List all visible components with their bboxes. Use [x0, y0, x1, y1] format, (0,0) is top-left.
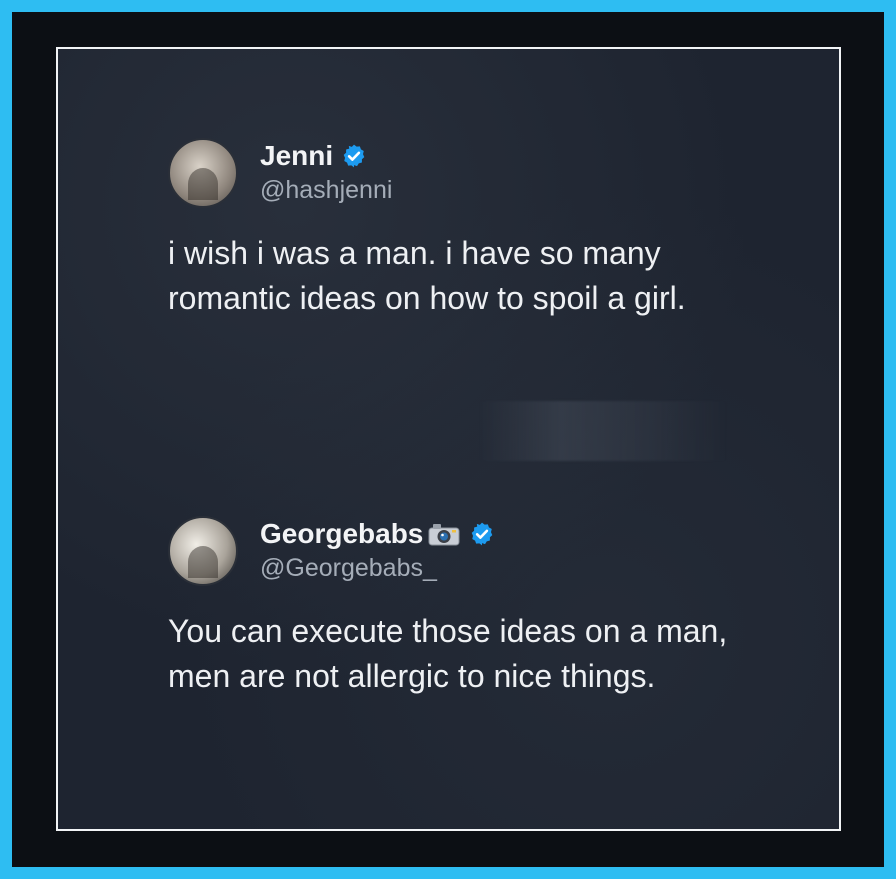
screenshot-card: Jenni @hashjenni i wish i was a man. i h… — [56, 47, 841, 831]
tweet-text: i wish i was a man. i have so many roman… — [168, 235, 686, 317]
name-block: Jenni @hashjenni — [260, 140, 392, 205]
camera-icon — [428, 524, 460, 546]
verified-badge-icon — [472, 523, 493, 546]
avatar[interactable] — [168, 516, 238, 586]
blurred-artifact — [478, 401, 728, 461]
tweet-jenni[interactable]: Jenni @hashjenni i wish i was a man. i h… — [168, 138, 748, 322]
avatar[interactable] — [168, 138, 238, 208]
tweet-header: Georgebabs @Georgebabs_ — [168, 516, 748, 586]
tweet-georgebabs[interactable]: Georgebabs @Georgebabs_ You can execute … — [168, 516, 748, 700]
display-name[interactable]: Georgebabs — [260, 518, 423, 550]
display-name[interactable]: Jenni — [260, 140, 333, 172]
tweet-text: You can execute those ideas on a man, me… — [168, 613, 728, 695]
name-block: Georgebabs @Georgebabs_ — [260, 518, 495, 583]
name-row: Georgebabs — [260, 518, 495, 550]
handle[interactable]: @Georgebabs_ — [260, 553, 495, 583]
name-row: Jenni — [260, 140, 392, 172]
handle[interactable]: @hashjenni — [260, 175, 392, 205]
verified-badge-icon — [343, 145, 365, 168]
tweet-header: Jenni @hashjenni — [168, 138, 748, 208]
